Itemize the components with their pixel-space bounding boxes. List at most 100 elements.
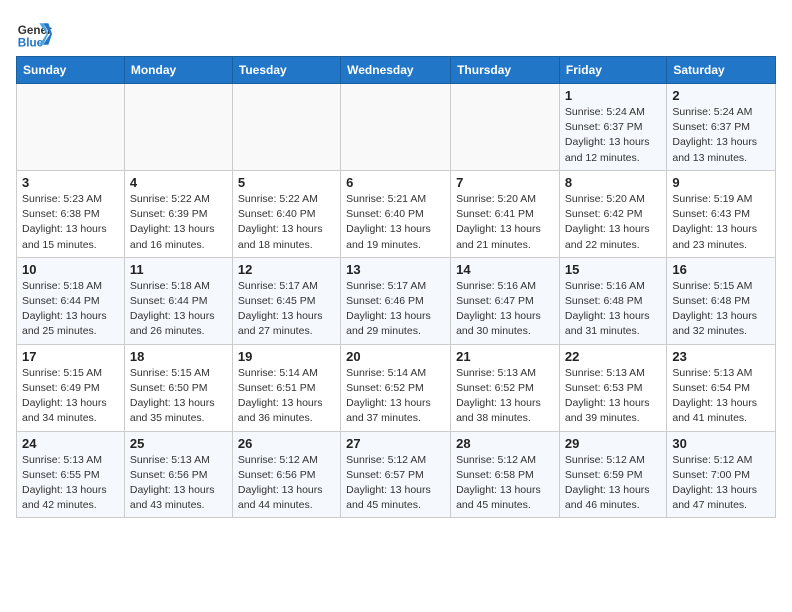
empty-day-cell: [451, 84, 560, 171]
calendar-week-row: 17 Sunrise: 5:15 AM Sunset: 6:49 PM Dayli…: [17, 344, 776, 431]
calendar-day-cell: 5 Sunrise: 5:22 AM Sunset: 6:40 PM Daylig…: [232, 170, 340, 257]
column-header-monday: Monday: [124, 57, 232, 84]
calendar-day-cell: 26Sunrise: 5:12 AM Sunset: 6:56 PM Dayli…: [232, 431, 340, 518]
calendar-day-cell: 25 Sunrise: 5:13 AM Sunset: 6:56 PM Dayli…: [124, 431, 232, 518]
column-header-sunday: Sunday: [17, 57, 125, 84]
day-info: Sunrise: 5:15 AM Sunset: 6:50 PM Dayligh…: [130, 366, 227, 427]
calendar-day-cell: 29 Sunrise: 5:12 AM Sunset: 6:59 PM Dayli…: [559, 431, 666, 518]
calendar-day-cell: 16Sunrise: 5:15 AM Sunset: 6:48 PM Dayli…: [667, 257, 776, 344]
day-info: Sunrise: 5:12 AM Sunset: 7:00 PM Dayligh…: [672, 453, 770, 514]
calendar-day-cell: 23 Sunrise: 5:13 AM Sunset: 6:54 PM Dayli…: [667, 344, 776, 431]
day-number: 23: [672, 349, 770, 364]
day-info: Sunrise: 5:22 AM Sunset: 6:40 PM Dayligh…: [238, 192, 335, 253]
calendar-day-cell: 13 Sunrise: 5:17 AM Sunset: 6:46 PM Dayli…: [341, 257, 451, 344]
day-number: 7: [456, 175, 554, 190]
day-info: Sunrise: 5:13 AM Sunset: 6:55 PM Dayligh…: [22, 453, 119, 514]
day-number: 13: [346, 262, 445, 277]
day-info: Sunrise: 5:17 AM Sunset: 6:45 PM Dayligh…: [238, 279, 335, 340]
day-info: Sunrise: 5:14 AM Sunset: 6:51 PM Dayligh…: [238, 366, 335, 427]
page-header: General Blue: [16, 16, 776, 52]
day-number: 16: [672, 262, 770, 277]
day-number: 1: [565, 88, 661, 103]
calendar-day-cell: 30 Sunrise: 5:12 AM Sunset: 7:00 PM Dayli…: [667, 431, 776, 518]
day-number: 18: [130, 349, 227, 364]
day-info: Sunrise: 5:18 AM Sunset: 6:44 PM Dayligh…: [22, 279, 119, 340]
day-number: 10: [22, 262, 119, 277]
calendar-week-row: 24 Sunrise: 5:13 AM Sunset: 6:55 PM Dayli…: [17, 431, 776, 518]
day-number: 14: [456, 262, 554, 277]
calendar-day-cell: 3 Sunrise: 5:23 AM Sunset: 6:38 PM Daylig…: [17, 170, 125, 257]
day-info: Sunrise: 5:13 AM Sunset: 6:56 PM Dayligh…: [130, 453, 227, 514]
day-number: 6: [346, 175, 445, 190]
day-info: Sunrise: 5:21 AM Sunset: 6:40 PM Dayligh…: [346, 192, 445, 253]
column-header-thursday: Thursday: [451, 57, 560, 84]
calendar-day-cell: 18 Sunrise: 5:15 AM Sunset: 6:50 PM Dayli…: [124, 344, 232, 431]
calendar-day-cell: 22 Sunrise: 5:13 AM Sunset: 6:53 PM Dayli…: [559, 344, 666, 431]
day-number: 30: [672, 436, 770, 451]
day-number: 20: [346, 349, 445, 364]
day-info: Sunrise: 5:13 AM Sunset: 6:53 PM Dayligh…: [565, 366, 661, 427]
calendar-day-cell: 11 Sunrise: 5:18 AM Sunset: 6:44 PM Dayli…: [124, 257, 232, 344]
calendar-day-cell: 10 Sunrise: 5:18 AM Sunset: 6:44 PM Dayli…: [17, 257, 125, 344]
column-header-wednesday: Wednesday: [341, 57, 451, 84]
day-info: Sunrise: 5:18 AM Sunset: 6:44 PM Dayligh…: [130, 279, 227, 340]
column-header-friday: Friday: [559, 57, 666, 84]
calendar-table: SundayMondayTuesdayWednesdayThursdayFrid…: [16, 56, 776, 518]
day-info: Sunrise: 5:24 AM Sunset: 6:37 PM Dayligh…: [565, 105, 661, 166]
day-number: 19: [238, 349, 335, 364]
day-number: 17: [22, 349, 119, 364]
day-number: 9: [672, 175, 770, 190]
calendar-day-cell: 4Sunrise: 5:22 AM Sunset: 6:39 PM Daylig…: [124, 170, 232, 257]
day-number: 4: [130, 175, 227, 190]
calendar-day-cell: 9 Sunrise: 5:19 AM Sunset: 6:43 PM Daylig…: [667, 170, 776, 257]
day-number: 3: [22, 175, 119, 190]
empty-day-cell: [341, 84, 451, 171]
day-info: Sunrise: 5:23 AM Sunset: 6:38 PM Dayligh…: [22, 192, 119, 253]
calendar-day-cell: 15Sunrise: 5:16 AM Sunset: 6:48 PM Dayli…: [559, 257, 666, 344]
empty-day-cell: [124, 84, 232, 171]
day-number: 29: [565, 436, 661, 451]
day-number: 24: [22, 436, 119, 451]
day-number: 11: [130, 262, 227, 277]
calendar-day-cell: 28 Sunrise: 5:12 AM Sunset: 6:58 PM Dayli…: [451, 431, 560, 518]
day-info: Sunrise: 5:16 AM Sunset: 6:47 PM Dayligh…: [456, 279, 554, 340]
day-info: Sunrise: 5:19 AM Sunset: 6:43 PM Dayligh…: [672, 192, 770, 253]
day-number: 8: [565, 175, 661, 190]
calendar-day-cell: 7 Sunrise: 5:20 AM Sunset: 6:41 PM Daylig…: [451, 170, 560, 257]
logo: General Blue: [16, 16, 56, 52]
day-info: Sunrise: 5:12 AM Sunset: 6:57 PM Dayligh…: [346, 453, 445, 514]
day-info: Sunrise: 5:16 AM Sunset: 6:48 PM Dayligh…: [565, 279, 661, 340]
calendar-day-cell: 6 Sunrise: 5:21 AM Sunset: 6:40 PM Daylig…: [341, 170, 451, 257]
day-info: Sunrise: 5:17 AM Sunset: 6:46 PM Dayligh…: [346, 279, 445, 340]
svg-text:Blue: Blue: [18, 37, 44, 50]
day-info: Sunrise: 5:20 AM Sunset: 6:42 PM Dayligh…: [565, 192, 661, 253]
empty-day-cell: [17, 84, 125, 171]
day-info: Sunrise: 5:13 AM Sunset: 6:52 PM Dayligh…: [456, 366, 554, 427]
calendar-day-cell: 21Sunrise: 5:13 AM Sunset: 6:52 PM Dayli…: [451, 344, 560, 431]
day-number: 28: [456, 436, 554, 451]
day-info: Sunrise: 5:12 AM Sunset: 6:58 PM Dayligh…: [456, 453, 554, 514]
day-number: 12: [238, 262, 335, 277]
day-number: 25: [130, 436, 227, 451]
calendar-day-cell: 8 Sunrise: 5:20 AM Sunset: 6:42 PM Daylig…: [559, 170, 666, 257]
day-info: Sunrise: 5:20 AM Sunset: 6:41 PM Dayligh…: [456, 192, 554, 253]
calendar-day-cell: 24 Sunrise: 5:13 AM Sunset: 6:55 PM Dayli…: [17, 431, 125, 518]
day-number: 5: [238, 175, 335, 190]
day-info: Sunrise: 5:24 AM Sunset: 6:37 PM Dayligh…: [672, 105, 770, 166]
day-number: 27: [346, 436, 445, 451]
day-number: 22: [565, 349, 661, 364]
day-info: Sunrise: 5:15 AM Sunset: 6:49 PM Dayligh…: [22, 366, 119, 427]
calendar-day-cell: 1 Sunrise: 5:24 AM Sunset: 6:37 PM Daylig…: [559, 84, 666, 171]
calendar-day-cell: 20Sunrise: 5:14 AM Sunset: 6:52 PM Dayli…: [341, 344, 451, 431]
day-info: Sunrise: 5:13 AM Sunset: 6:54 PM Dayligh…: [672, 366, 770, 427]
day-info: Sunrise: 5:12 AM Sunset: 6:59 PM Dayligh…: [565, 453, 661, 514]
logo-icon: General Blue: [16, 16, 52, 52]
day-number: 26: [238, 436, 335, 451]
calendar-day-cell: 27 Sunrise: 5:12 AM Sunset: 6:57 PM Dayli…: [341, 431, 451, 518]
calendar-day-cell: 2Sunrise: 5:24 AM Sunset: 6:37 PM Daylig…: [667, 84, 776, 171]
calendar-week-row: 3 Sunrise: 5:23 AM Sunset: 6:38 PM Daylig…: [17, 170, 776, 257]
calendar-day-cell: 19 Sunrise: 5:14 AM Sunset: 6:51 PM Dayli…: [232, 344, 340, 431]
calendar-week-row: 1 Sunrise: 5:24 AM Sunset: 6:37 PM Daylig…: [17, 84, 776, 171]
calendar-week-row: 10 Sunrise: 5:18 AM Sunset: 6:44 PM Dayli…: [17, 257, 776, 344]
empty-day-cell: [232, 84, 340, 171]
